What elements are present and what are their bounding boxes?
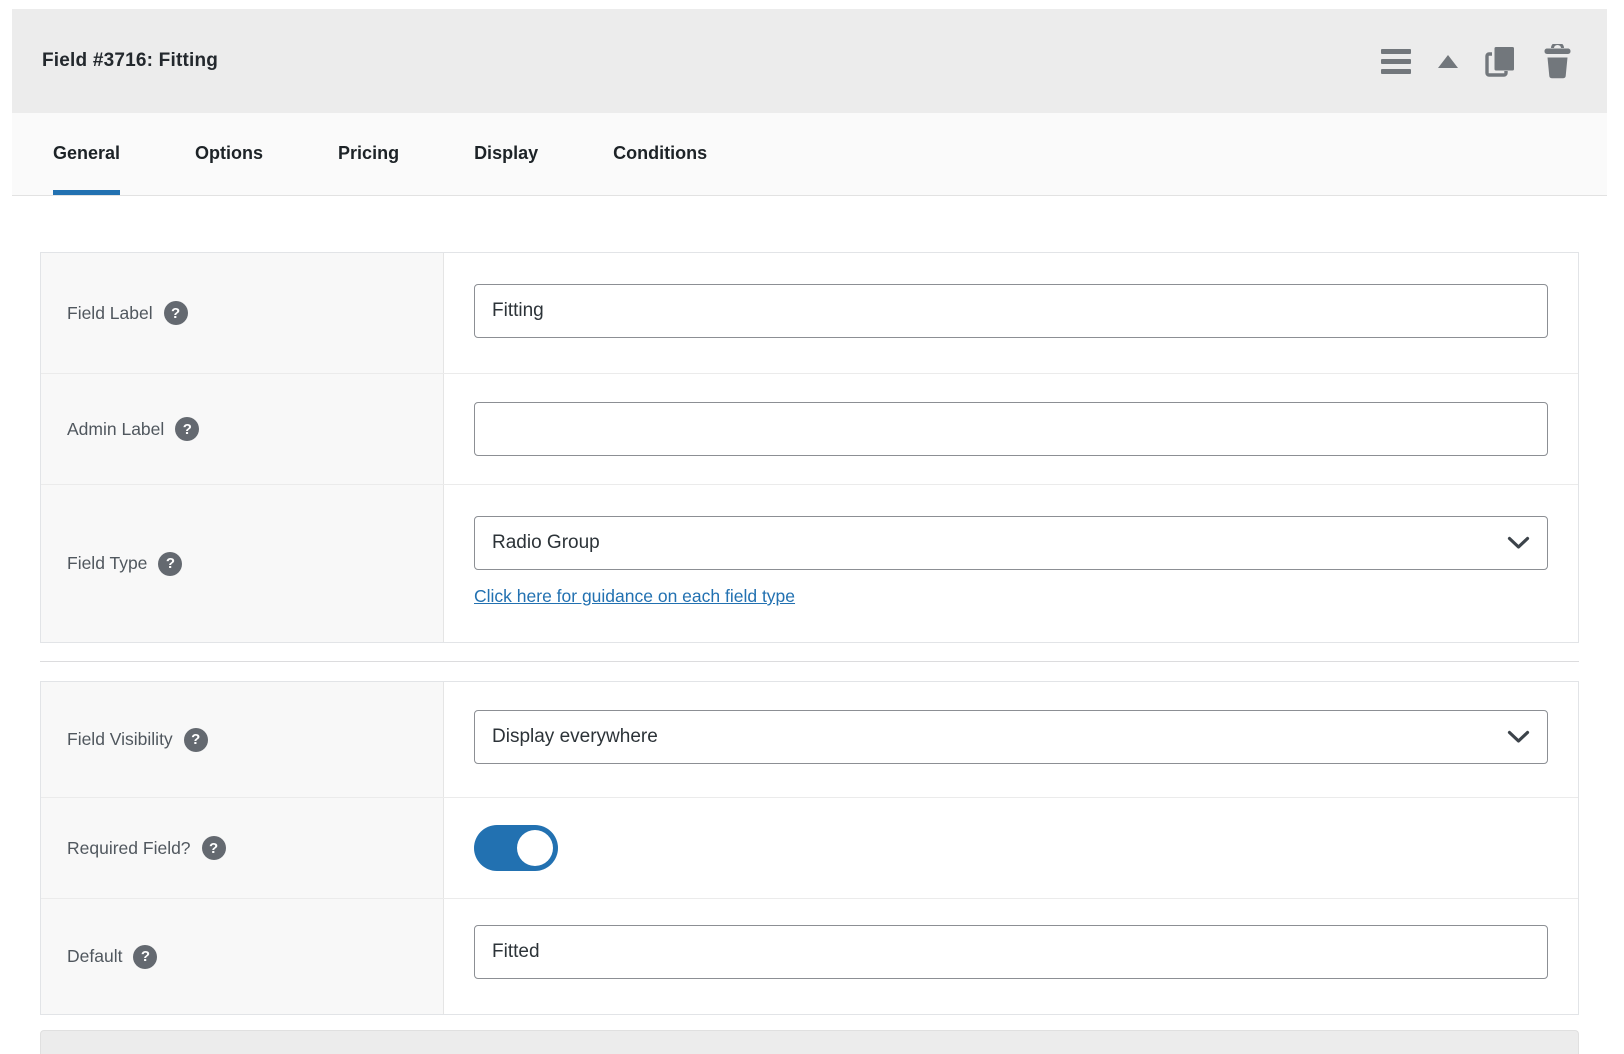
field-editor-card: Field #3716: Fitting General Options Pri… [12, 9, 1607, 1054]
general-tab-content: Field Label ? Admin Label ? Field Ty [12, 196, 1607, 1054]
tab-options[interactable]: Options [195, 113, 263, 195]
field-label-row: Field Label ? [41, 253, 1578, 373]
help-icon[interactable]: ? [163, 301, 188, 325]
field-visibility-selected-value: Display everywhere [492, 726, 658, 747]
hamburger-icon [1381, 48, 1411, 74]
required-field-cell: Required Field? ? [41, 798, 444, 898]
tab-display[interactable]: Display [474, 113, 538, 195]
chevron-down-icon [1507, 536, 1530, 550]
help-icon[interactable]: ? [133, 944, 158, 969]
field-type-text: Field Type [67, 553, 148, 573]
section-divider [40, 661, 1579, 662]
default-value-cell [444, 899, 1578, 1014]
tab-conditions[interactable]: Conditions [613, 113, 707, 195]
field-label-value-cell [444, 253, 1578, 373]
field-behavior-table: Field Visibility ? Display everywhere Re… [40, 681, 1579, 1015]
triangle-up-icon [1438, 54, 1458, 68]
field-header-actions [1381, 43, 1572, 79]
next-section-header-partial[interactable] [40, 1030, 1579, 1054]
field-type-guidance-link[interactable]: Click here for guidance on each field ty… [474, 586, 795, 607]
required-field-value-cell [444, 798, 1578, 898]
field-visibility-cell: Field Visibility ? [41, 682, 444, 797]
field-label-cell: Field Label ? [41, 253, 444, 373]
admin-label-input[interactable] [474, 402, 1548, 456]
default-cell: Default ? [41, 899, 444, 1014]
trash-icon [1544, 43, 1571, 78]
tab-pricing[interactable]: Pricing [338, 113, 399, 195]
default-text: Default [67, 946, 123, 966]
duplicate-icon [1485, 46, 1514, 77]
default-row: Default ? [41, 898, 1578, 1014]
field-label-text: Field Label [67, 302, 153, 323]
field-visibility-select[interactable]: Display everywhere [474, 710, 1548, 764]
delete-button[interactable] [1543, 43, 1572, 79]
field-settings-table: Field Label ? Admin Label ? Field Ty [40, 252, 1579, 643]
field-type-row: Field Type ? Radio Group Click here for … [41, 484, 1578, 642]
required-field-text: Required Field? [67, 837, 191, 858]
field-type-selected-value: Radio Group [492, 532, 600, 553]
field-header-bar: Field #3716: Fitting [12, 9, 1607, 113]
admin-label-cell: Admin Label ? [41, 374, 444, 484]
admin-label-value-cell [444, 374, 1578, 484]
help-icon[interactable]: ? [201, 836, 226, 860]
required-toggle[interactable] [474, 825, 558, 871]
collapse-button[interactable] [1438, 54, 1458, 68]
field-title: Field #3716: Fitting [42, 50, 219, 71]
admin-label-text: Admin Label [67, 418, 165, 439]
field-label-input[interactable] [474, 284, 1548, 338]
field-visibility-value-cell: Display everywhere [444, 682, 1578, 797]
duplicate-button[interactable] [1485, 45, 1516, 78]
field-type-select[interactable]: Radio Group [474, 516, 1548, 570]
drag-handle-icon[interactable] [1381, 48, 1411, 74]
chevron-down-icon [1507, 730, 1530, 744]
toggle-knob [517, 830, 553, 866]
default-input[interactable] [474, 925, 1548, 979]
field-visibility-text: Field Visibility [67, 729, 173, 749]
required-field-row: Required Field? ? [41, 797, 1578, 898]
help-icon[interactable]: ? [175, 417, 200, 441]
help-icon[interactable]: ? [183, 727, 208, 752]
field-type-value-cell: Radio Group Click here for guidance on e… [444, 485, 1578, 642]
admin-label-row: Admin Label ? [41, 373, 1578, 484]
field-tabs: General Options Pricing Display Conditio… [12, 113, 1607, 196]
help-icon[interactable]: ? [158, 551, 183, 576]
field-visibility-row: Field Visibility ? Display everywhere [41, 682, 1578, 797]
field-type-cell: Field Type ? [41, 485, 444, 642]
tab-general[interactable]: General [53, 113, 121, 195]
